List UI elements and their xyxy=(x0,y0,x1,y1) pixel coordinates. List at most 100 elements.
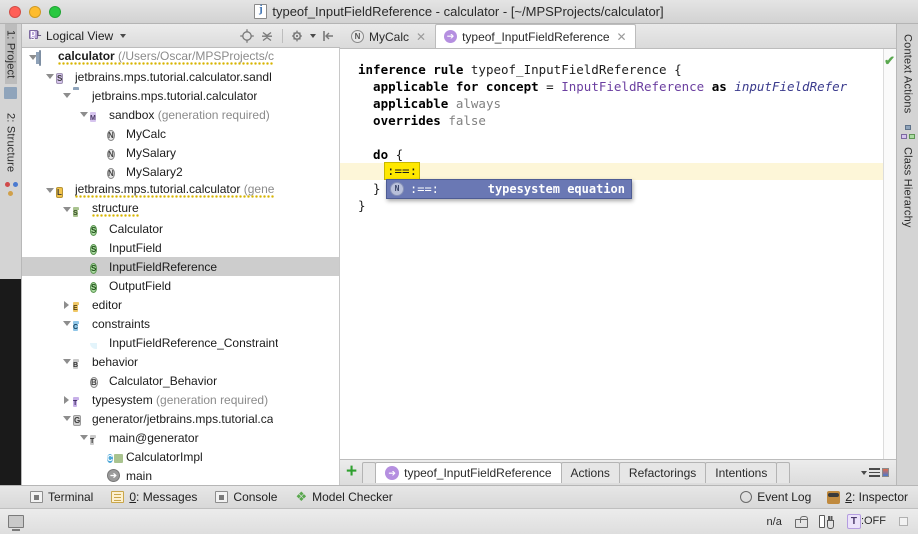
tree-row[interactable]: NMyCalc xyxy=(22,124,339,143)
tree-collapse-arrow[interactable] xyxy=(60,396,73,404)
bottom-tab-actions[interactable]: Actions xyxy=(561,462,620,483)
collapse-all-icon[interactable] xyxy=(259,28,275,44)
tree-expand-arrow[interactable] xyxy=(43,74,56,79)
editor-markup-gutter[interactable]: ✔ xyxy=(883,49,896,459)
selected-token[interactable]: :==: xyxy=(384,162,420,180)
tree-row-label: sandbox (generation required) xyxy=(109,108,270,122)
behavior-folder-icon: B xyxy=(73,362,78,369)
code-line[interactable]: applicable for concept = InputFieldRefer… xyxy=(358,78,896,95)
tree-collapse-arrow[interactable] xyxy=(60,301,73,309)
tree-row[interactable]: Bbehavior xyxy=(22,352,339,371)
tree-row[interactable]: jetbrains.mps.tutorial.calculator xyxy=(22,86,339,105)
hide-panel-icon[interactable] xyxy=(320,28,336,44)
tab-list-menu-icon[interactable] xyxy=(861,468,892,477)
tree-row-icon: B xyxy=(90,373,105,388)
tree-row[interactable]: Msandbox (generation required) xyxy=(22,105,339,124)
maximize-window-button[interactable] xyxy=(49,6,61,18)
node-icon: N xyxy=(390,182,404,196)
bottom-tab-intentions[interactable]: Intentions xyxy=(705,462,777,483)
code-line[interactable]: applicable always xyxy=(358,95,896,112)
tree-expand-arrow[interactable] xyxy=(60,416,73,421)
code-line[interactable]: inference rule typeof_InputFieldReferenc… xyxy=(358,61,896,78)
tab-bar-filler xyxy=(636,24,896,48)
tree-expand-arrow[interactable] xyxy=(60,321,73,326)
locate-target-icon[interactable] xyxy=(239,28,255,44)
project-tree[interactable]: calculator (/Users/Oscar/MPSProjects/cSj… xyxy=(22,48,340,485)
editor-tab-typeof-inputfieldreference[interactable]: ➔ typeof_InputFieldReference ✕ xyxy=(435,24,636,48)
view-selector-label[interactable]: Logical View xyxy=(46,29,113,43)
tree-row[interactable]: Sjetbrains.mps.tutorial.calculator.sandl xyxy=(22,67,339,86)
window-controls[interactable] xyxy=(0,6,61,18)
tool-button-messages[interactable]: 0: Messages xyxy=(111,490,197,504)
completion-popup[interactable]: N :==: typesystem equation xyxy=(386,179,632,199)
tree-row[interactable]: Ttypesystem (generation required) xyxy=(22,390,339,409)
tree-expand-arrow[interactable] xyxy=(43,188,56,193)
status-toggle[interactable]: T:OFF xyxy=(847,514,886,529)
tool-button-event-log[interactable]: Event Log xyxy=(740,490,811,504)
tree-row[interactable]: Eeditor xyxy=(22,295,339,314)
chevron-down-icon[interactable] xyxy=(120,34,126,38)
tree-row[interactable]: SCalculator xyxy=(22,219,339,238)
sidebar-item-structure[interactable]: 2: Structure xyxy=(5,107,17,178)
tree-row[interactable]: BCalculator_Behavior xyxy=(22,371,339,390)
settings-chevron-down-icon[interactable] xyxy=(310,34,316,38)
tree-row-icon xyxy=(39,50,54,65)
tree-expand-arrow[interactable] xyxy=(60,359,73,364)
tree-row-icon: N xyxy=(107,164,122,179)
minimize-window-button[interactable] xyxy=(29,6,41,18)
tree-row[interactable]: Sstructure xyxy=(22,200,339,219)
title-bar: typeof_InputFieldReference - calculator … xyxy=(0,0,918,24)
code-line[interactable]: do { xyxy=(358,146,896,163)
completion-item-label[interactable]: :==: xyxy=(410,182,439,196)
tree-row[interactable]: SOutputField xyxy=(22,276,339,295)
code-line[interactable]: } xyxy=(358,197,896,214)
sidebar-item-project[interactable]: 1: Project xyxy=(5,24,17,84)
bottom-tab-typeof-inputfieldreference[interactable]: ➔ typeof_InputFieldReference xyxy=(375,462,561,483)
close-window-button[interactable] xyxy=(9,6,21,18)
tool-button-label: Terminal xyxy=(48,490,93,504)
screen-icon[interactable] xyxy=(8,515,24,528)
tree-row[interactable]: CCalculatorImpl xyxy=(22,447,339,466)
tab-stub[interactable] xyxy=(362,462,376,483)
unlock-icon[interactable] xyxy=(795,516,806,528)
tree-row[interactable]: SInputField xyxy=(22,238,339,257)
resize-grip[interactable] xyxy=(899,517,908,526)
tool-button-console[interactable]: Console xyxy=(215,490,277,504)
code-line[interactable]: overrides false xyxy=(358,112,896,129)
sidebar-item-class-hierarchy[interactable]: Class Hierarchy xyxy=(902,141,914,234)
tool-button-terminal[interactable]: Terminal xyxy=(30,490,93,504)
tree-row[interactable]: Ggenerator/jetbrains.mps.tutorial.ca xyxy=(22,409,339,428)
tree-row[interactable]: calculator (/Users/Oscar/MPSProjects/c xyxy=(22,48,339,67)
code-token: as xyxy=(712,79,735,94)
editor-tab-mycalc[interactable]: N MyCalc ✕ xyxy=(342,24,435,48)
bottom-tool-window-bar: Terminal 0: Messages Console ❖ Model Che… xyxy=(0,485,918,508)
code-editor[interactable]: inference rule typeof_InputFieldReferenc… xyxy=(340,49,896,459)
close-tab-icon[interactable]: ✕ xyxy=(617,30,627,44)
settings-gear-icon[interactable] xyxy=(290,28,306,44)
tree-expand-arrow[interactable] xyxy=(60,93,73,98)
code-line[interactable] xyxy=(358,129,896,146)
tree-expand-arrow[interactable] xyxy=(60,207,73,212)
add-tab-button[interactable]: + xyxy=(344,462,362,483)
sidebar-item-context-actions[interactable]: Context Actions xyxy=(902,28,914,119)
tree-row[interactable]: SInputFieldReference xyxy=(22,257,339,276)
tree-row[interactable]: InputFieldReference_Constraint xyxy=(22,333,339,352)
tree-expand-arrow[interactable] xyxy=(77,435,90,440)
memory-indicator[interactable]: n/a xyxy=(767,516,782,528)
tree-row[interactable]: Cconstraints xyxy=(22,314,339,333)
tab-stub-end[interactable] xyxy=(776,462,790,483)
tree-row[interactable]: Tmain@generator xyxy=(22,428,339,447)
window-title-container: typeof_InputFieldReference - calculator … xyxy=(0,4,918,19)
tree-row-label: jetbrains.mps.tutorial.calculator (gene xyxy=(75,182,274,200)
tool-button-inspector[interactable]: 2: Inspector xyxy=(827,490,908,504)
tree-row[interactable]: Ljetbrains.mps.tutorial.calculator (gene xyxy=(22,181,339,200)
power-plug-icon[interactable] xyxy=(819,515,834,528)
tree-row[interactable]: NMySalary xyxy=(22,143,339,162)
tree-row[interactable]: N MySalary2 xyxy=(22,162,339,181)
tree-row-label: MySalary2 xyxy=(126,165,183,179)
bottom-tab-refactorings[interactable]: Refactorings xyxy=(619,462,706,483)
tool-button-model-checker[interactable]: ❖ Model Checker xyxy=(295,489,392,505)
tree-expand-arrow[interactable] xyxy=(77,112,90,117)
tree-row[interactable]: ➔main xyxy=(22,466,339,485)
close-tab-icon[interactable]: ✕ xyxy=(416,30,426,44)
